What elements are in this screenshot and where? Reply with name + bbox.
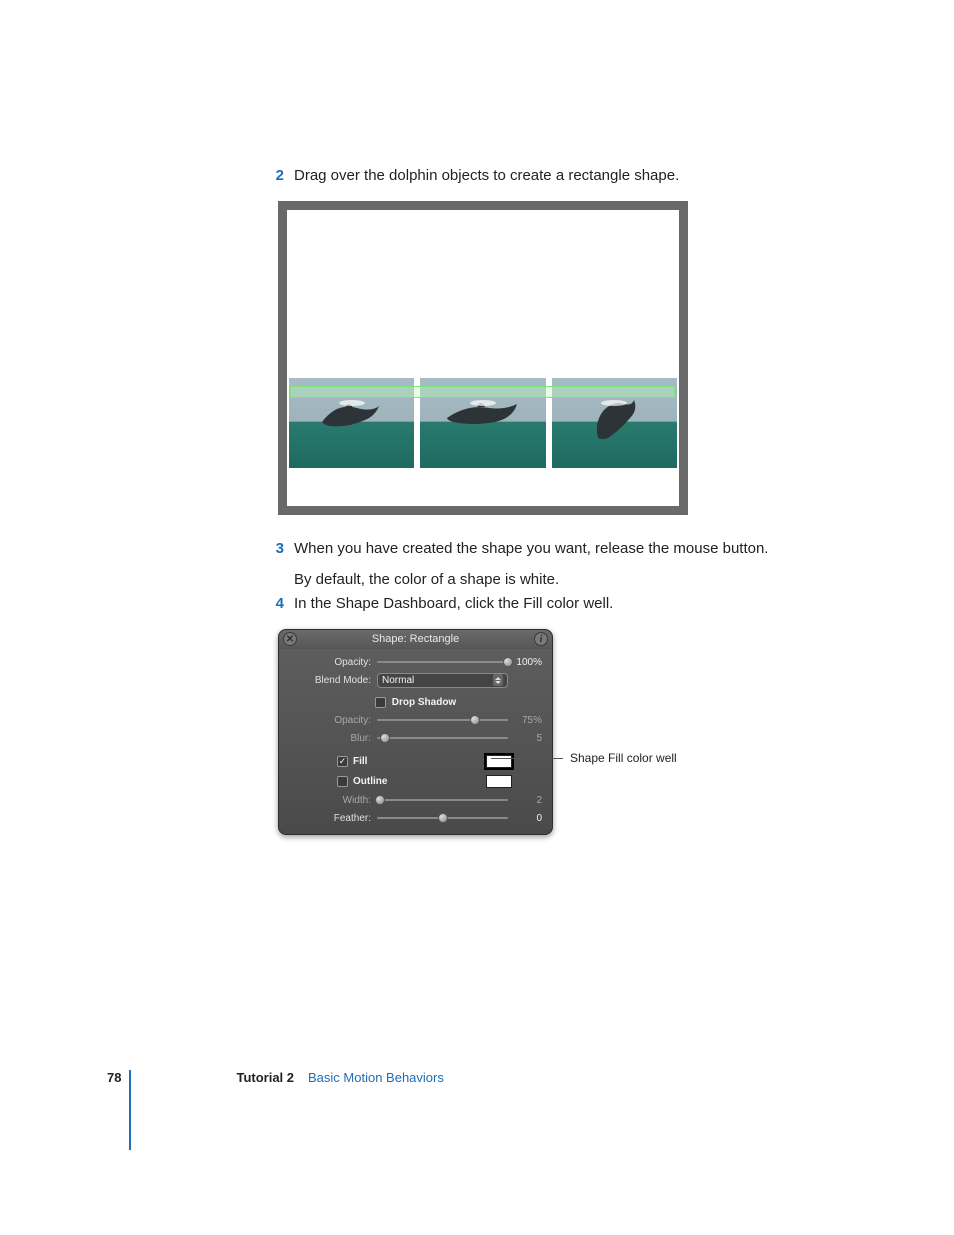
- ds-opacity-value: 75%: [508, 715, 542, 726]
- fill-row: ✓ Fill: [279, 751, 552, 771]
- ds-blur-value: 5: [508, 733, 542, 744]
- step-text: In the Shape Dashboard, click the Fill c…: [294, 593, 890, 616]
- footer-tutorial-label: Tutorial 2: [236, 1070, 294, 1085]
- callout-label: Shape Fill color well: [570, 751, 677, 765]
- ds-opacity-label: Opacity:: [289, 715, 377, 726]
- opacity-slider[interactable]: [377, 657, 508, 667]
- footer-tutorial-title: Basic Motion Behaviors: [308, 1070, 444, 1085]
- step-2: 2 Drag over the dolphin objects to creat…: [260, 165, 890, 188]
- blend-mode-row: Blend Mode: Normal: [279, 671, 552, 689]
- outline-checkbox[interactable]: [337, 776, 348, 787]
- callout-line: [491, 758, 563, 759]
- ds-opacity-row: Opacity: 75%: [279, 711, 552, 729]
- drop-shadow-label: Drop Shadow: [392, 697, 456, 708]
- ds-blur-row: Blur: 5: [279, 729, 552, 747]
- outline-label: Outline: [353, 776, 387, 787]
- fill-checkbox[interactable]: ✓: [337, 756, 348, 767]
- splash-icon: [337, 398, 367, 408]
- step-number: 4: [260, 593, 294, 616]
- hud-titlebar[interactable]: ✕ Shape: Rectangle i: [279, 630, 552, 649]
- splash-icon: [599, 398, 629, 408]
- ds-blur-slider[interactable]: [377, 733, 508, 743]
- step-text-line: By default, the color of a shape is whit…: [294, 569, 890, 592]
- shape-dashboard-hud: ✕ Shape: Rectangle i Opacity: 100% Blend…: [278, 629, 553, 835]
- opacity-label: Opacity:: [289, 657, 377, 668]
- feather-slider[interactable]: [377, 813, 508, 823]
- blend-mode-value: Normal: [382, 675, 414, 686]
- selection-rectangle: [290, 386, 675, 398]
- step-text: When you have created the shape you want…: [294, 538, 890, 599]
- ds-blur-label: Blur:: [289, 733, 377, 744]
- fill-label: Fill: [353, 756, 367, 767]
- outline-color-well[interactable]: [486, 775, 512, 788]
- feather-value: 0: [508, 813, 542, 824]
- fill-color-well[interactable]: [486, 755, 512, 768]
- outline-row: Outline: [279, 771, 552, 791]
- step-text: Drag over the dolphin objects to create …: [294, 165, 890, 188]
- drop-shadow-row: Drop Shadow: [279, 693, 552, 711]
- width-value: 2: [508, 795, 542, 806]
- select-arrows-icon: [493, 674, 503, 686]
- page-number: 78: [107, 1070, 121, 1085]
- footer-rule: [129, 1070, 131, 1150]
- ds-opacity-slider[interactable]: [377, 715, 508, 725]
- page: 2 Drag over the dolphin objects to creat…: [0, 0, 954, 1235]
- width-label: Width:: [289, 795, 377, 806]
- opacity-value: 100%: [508, 657, 542, 668]
- close-icon[interactable]: ✕: [283, 632, 297, 646]
- drop-shadow-checkbox[interactable]: [375, 697, 386, 708]
- step-text-line: When you have created the shape you want…: [294, 538, 890, 561]
- width-row: Width: 2: [279, 791, 552, 809]
- page-footer: 78 Tutorial 2 Basic Motion Behaviors: [107, 1070, 444, 1085]
- width-slider[interactable]: [377, 795, 508, 805]
- info-icon[interactable]: i: [534, 632, 548, 646]
- hud-title-text: Shape: Rectangle: [372, 633, 459, 645]
- step-4: 4 In the Shape Dashboard, click the Fill…: [260, 593, 890, 616]
- feather-row: Feather: 0: [279, 809, 552, 827]
- step-number: 2: [260, 165, 294, 188]
- step-number: 3: [260, 538, 294, 599]
- blend-mode-label: Blend Mode:: [289, 675, 377, 686]
- splash-icon: [468, 398, 498, 408]
- feather-label: Feather:: [289, 813, 377, 824]
- canvas-area: [287, 210, 679, 506]
- blend-mode-select[interactable]: Normal: [377, 673, 508, 688]
- step-3: 3 When you have created the shape you wa…: [260, 538, 890, 599]
- opacity-row: Opacity: 100%: [279, 653, 552, 671]
- canvas-figure: [278, 201, 688, 515]
